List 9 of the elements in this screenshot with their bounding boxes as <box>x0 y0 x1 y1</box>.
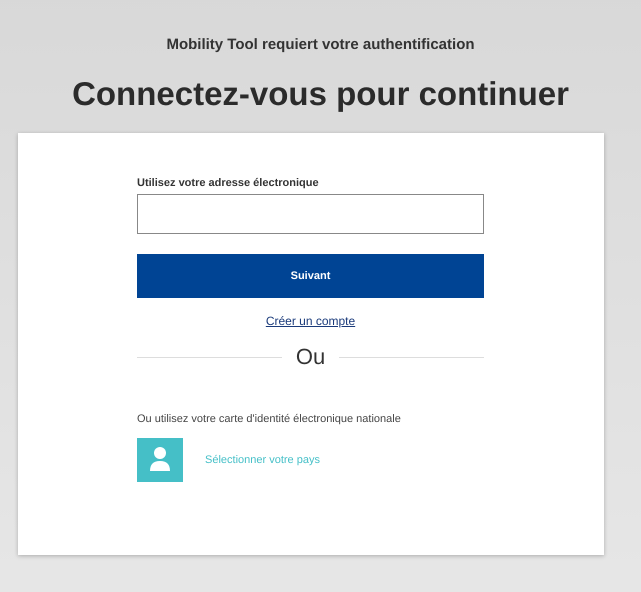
eid-text: Ou utilisez votre carte d'identité électronique nationale <box>137 412 402 427</box>
separator-text: Ou <box>296 344 326 370</box>
email-label: Utilisez votre adresse électronique <box>137 177 320 189</box>
next-button[interactable]: Suivant <box>137 254 484 298</box>
create-account-link[interactable]: Créer un compte <box>266 314 356 328</box>
email-field[interactable] <box>137 194 484 234</box>
page-title: Connectez-vous pour continuer <box>72 75 569 113</box>
user-icon[interactable] <box>137 438 183 482</box>
subtitle: Mobility Tool requiert votre authentification <box>166 36 475 53</box>
